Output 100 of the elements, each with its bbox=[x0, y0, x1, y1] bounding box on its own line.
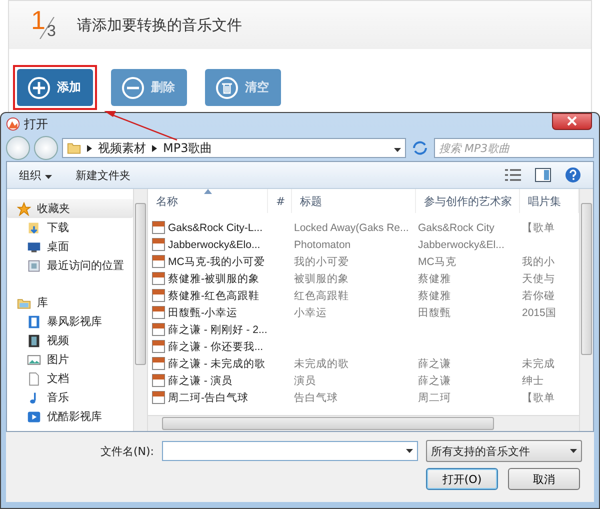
file-name: 蔡健雅-红色高跟鞋 bbox=[168, 288, 260, 302]
chevron-icon bbox=[87, 144, 92, 152]
preview-pane-icon[interactable] bbox=[535, 168, 551, 182]
album-cell-text: 我的小 bbox=[521, 254, 555, 268]
minus-circle-icon bbox=[121, 76, 145, 100]
file-row[interactable]: 薛之谦 - 你还要我... bbox=[148, 338, 579, 355]
file-row[interactable]: 薛之谦 - 演员 演员 薛之谦 绅士 bbox=[148, 372, 579, 389]
title-cell-text: Photomaton bbox=[293, 238, 351, 250]
file-row[interactable]: 蔡健雅-被驯服的象 被驯服的象 蔡健雅 天使与 bbox=[148, 270, 579, 287]
sidebar-section[interactable]: 库 bbox=[7, 293, 133, 312]
album-cell-text: 天使与 bbox=[521, 272, 555, 286]
file-row[interactable]: 薛之谦 - 未完成的歌 未完成的歌 薛之谦 未完成 bbox=[148, 355, 579, 372]
sidebar-item[interactable]: 视频 bbox=[7, 331, 133, 350]
forward-button[interactable] bbox=[34, 136, 58, 160]
help-icon[interactable] bbox=[565, 167, 581, 183]
album-cell-text: 【歌单 bbox=[521, 390, 555, 404]
column-header[interactable]: 参与创作的艺术家 bbox=[416, 189, 520, 213]
sort-arrow-icon bbox=[204, 189, 212, 194]
album-cell-text: 绅士 bbox=[521, 374, 544, 388]
file-row[interactable]: 薛之谦 - 刚刚好 - 2... bbox=[148, 321, 579, 338]
album-cell-text: 【歌单 bbox=[521, 220, 555, 234]
step-total: 3 bbox=[47, 23, 56, 41]
sidebar-item[interactable]: 暴风影视库 bbox=[7, 312, 133, 331]
monitor-icon bbox=[27, 240, 41, 254]
artist-cell-text: 田馥甄 bbox=[417, 306, 451, 320]
audio-file-icon bbox=[152, 289, 165, 302]
artist-cell-text: 薛之谦 bbox=[417, 374, 451, 388]
title-cell-text: 红色高跟鞋 bbox=[293, 288, 349, 302]
close-icon bbox=[567, 116, 577, 126]
trash-icon bbox=[215, 76, 239, 100]
file-name: 薛之谦 - 未完成的歌 bbox=[168, 356, 266, 370]
dropdown-caret-icon bbox=[394, 148, 401, 152]
close-button[interactable] bbox=[552, 113, 592, 130]
refresh-icon[interactable] bbox=[410, 139, 430, 157]
sidebar-item[interactable]: 文档 bbox=[7, 369, 133, 388]
sidebar-item[interactable]: 音乐 bbox=[7, 388, 133, 407]
artist-cell-text: MC马克 bbox=[417, 254, 456, 268]
file-name: 田馥甄-小幸运 bbox=[168, 306, 238, 320]
sidebar-item[interactable]: 桌面 bbox=[7, 237, 133, 256]
scrollbar[interactable] bbox=[579, 189, 593, 431]
audio-file-icon bbox=[152, 221, 165, 234]
folder-icon bbox=[67, 141, 81, 155]
artist-cell-text: 蔡健雅 bbox=[417, 288, 451, 302]
back-button[interactable] bbox=[6, 136, 30, 160]
dropdown-caret-icon bbox=[406, 449, 413, 453]
folder-icon bbox=[27, 220, 41, 234]
file-type-dropdown[interactable]: 所有支持的音乐文件 bbox=[426, 440, 582, 462]
plus-circle-icon bbox=[27, 76, 51, 100]
sidebar-item[interactable]: 最近访问的位置 bbox=[7, 256, 133, 275]
file-name-field[interactable] bbox=[162, 441, 418, 461]
audio-file-icon bbox=[152, 306, 165, 319]
file-name: 蔡健雅-被驯服的象 bbox=[168, 272, 260, 286]
sidebar-item[interactable]: 图片 bbox=[7, 350, 133, 369]
title-cell-text: 未完成的歌 bbox=[293, 356, 349, 370]
title-cell-text: 被驯服的象 bbox=[293, 272, 349, 286]
dialog-button[interactable]: 打开(O) bbox=[426, 468, 498, 490]
toolbar-button[interactable]: 添加 bbox=[17, 69, 93, 106]
dialog-title: 打开 bbox=[24, 116, 48, 132]
audio-file-icon bbox=[152, 323, 165, 336]
file-row[interactable]: 周二珂-告白气球 告白气球 周二珂 【歌单 bbox=[148, 389, 579, 406]
file-name: MC马克-我的小可爱 bbox=[168, 254, 265, 268]
sidebar-section[interactable]: 收藏夹 bbox=[7, 199, 133, 218]
file-name: Gaks&Rock City-L... bbox=[168, 222, 263, 234]
command-button[interactable]: 组织 bbox=[19, 168, 52, 182]
artist-cell-text: 蔡健雅 bbox=[417, 272, 451, 286]
sidebar-item[interactable]: 优酷影视库 bbox=[7, 407, 133, 426]
picture-icon bbox=[27, 352, 41, 366]
audio-file-icon bbox=[152, 391, 165, 404]
scrollbar[interactable] bbox=[148, 415, 579, 431]
chevron-icon bbox=[152, 144, 157, 152]
step-number: 1 bbox=[31, 5, 46, 36]
album-cell-text: 2015国 bbox=[521, 306, 556, 320]
column-header[interactable]: 标题 bbox=[292, 189, 416, 213]
title-cell-text: 演员 bbox=[293, 374, 316, 388]
artist-cell-text: Gaks&Rock City bbox=[417, 222, 494, 234]
title-cell-text: 小幸运 bbox=[293, 306, 327, 320]
breadcrumb-item[interactable]: MP3歌曲 bbox=[163, 140, 212, 156]
command-button[interactable]: 新建文件夹 bbox=[76, 168, 130, 182]
file-row[interactable]: MC马克-我的小可爱 我的小可爱 MC马克 我的小 bbox=[148, 253, 579, 270]
list-view-icon[interactable] bbox=[505, 169, 521, 181]
address-bar[interactable]: 视频素材 MP3歌曲 bbox=[62, 138, 406, 158]
search-field[interactable]: 搜索 MP3歌曲 bbox=[434, 138, 594, 158]
column-header[interactable]: 名称 bbox=[148, 189, 268, 213]
column-header[interactable]: # bbox=[268, 189, 292, 213]
breadcrumb-item[interactable]: 视频素材 bbox=[98, 140, 146, 156]
app-icon bbox=[6, 117, 20, 131]
file-row[interactable]: 田馥甄-小幸运 小幸运 田馥甄 2015国 bbox=[148, 304, 579, 321]
file-row[interactable]: Jabberwocky&Elo... Photomaton Jabberwocky&El... bbox=[148, 236, 579, 253]
title-cell-text: Locked Away(Gaks Re... bbox=[293, 222, 409, 234]
sidebar-item[interactable]: 下载 bbox=[7, 218, 133, 237]
title-cell-text: 我的小可爱 bbox=[293, 254, 349, 268]
file-name: 薛之谦 - 你还要我... bbox=[168, 340, 264, 354]
album-cell-text: 若你碰 bbox=[521, 288, 555, 302]
step-title: 请添加要转换的音乐文件 bbox=[77, 16, 242, 34]
title-cell-text: 告白气球 bbox=[293, 390, 338, 404]
file-row[interactable]: 蔡健雅-红色高跟鞋 红色高跟鞋 蔡健雅 若你碰 bbox=[148, 287, 579, 304]
scrollbar[interactable] bbox=[133, 189, 147, 431]
file-row[interactable]: Gaks&Rock City-L... Locked Away(Gaks Re... Gaks&Rock City 【歌单 bbox=[148, 219, 579, 236]
dialog-button[interactable]: 取消 bbox=[508, 468, 580, 490]
artist-cell-text: 薛之谦 bbox=[417, 356, 451, 370]
